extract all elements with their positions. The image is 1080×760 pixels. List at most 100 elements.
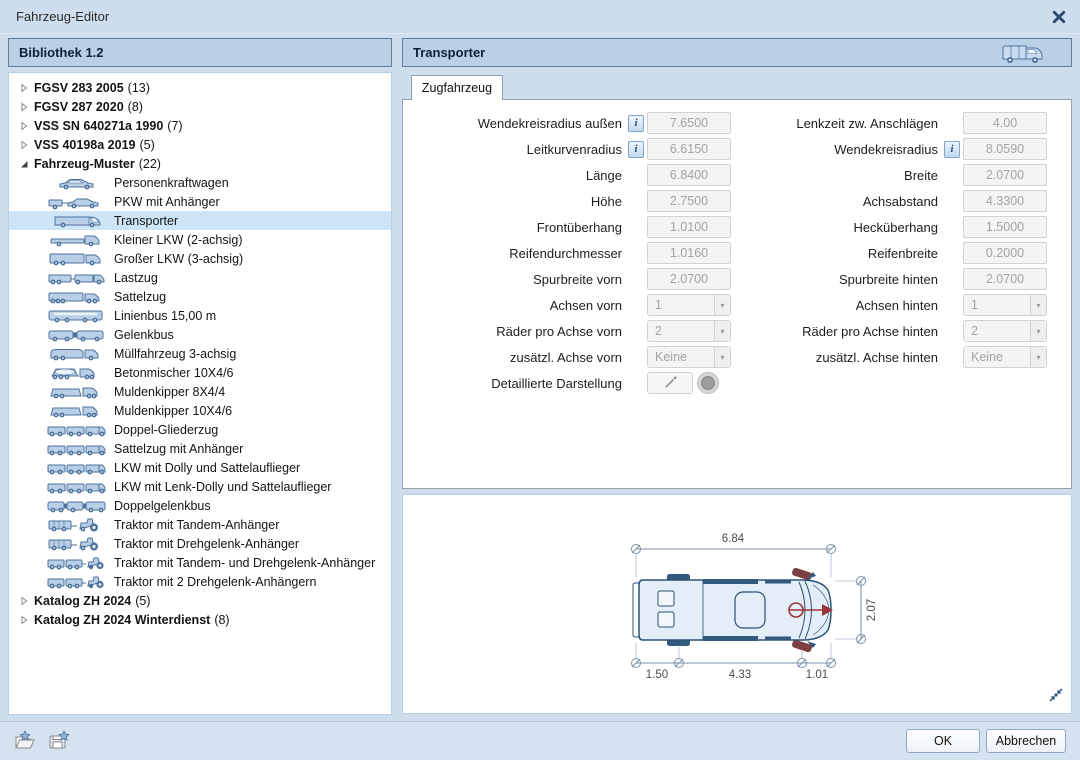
chevron-down-icon[interactable]: ▾ xyxy=(1030,321,1046,341)
tree-item[interactable]: PKW mit Anhänger xyxy=(9,192,391,211)
tree-item[interactable]: Linienbus 15,00 m xyxy=(9,306,391,325)
field-select[interactable]: 2 ▾ xyxy=(963,320,1047,342)
tree-group[interactable]: VSS SN 640271a 1990 (7) xyxy=(9,116,391,135)
tree-item[interactable]: Doppel-Gliederzug xyxy=(9,420,391,439)
field-input[interactable]: 6.6150 xyxy=(647,138,731,160)
field-input[interactable]: 4.00 xyxy=(963,112,1047,134)
tree-group[interactable]: Katalog ZH 2024 Winterdienst (8) xyxy=(9,610,391,629)
form-row: Hecküberhang 1.5000 xyxy=(755,214,1047,240)
form-row: Reifenbreite 0.2000 xyxy=(755,240,1047,266)
field-input[interactable]: 4.3300 xyxy=(963,190,1047,212)
tree-item[interactable]: Müllfahrzeug 3-achsig xyxy=(9,344,391,363)
edit-pen-button[interactable] xyxy=(647,372,693,394)
expand-icon[interactable] xyxy=(19,595,34,606)
tree-item[interactable]: Muldenkipper 8X4/4 xyxy=(9,382,391,401)
open-library-icon[interactable] xyxy=(14,730,38,756)
chevron-down-icon[interactable]: ▾ xyxy=(714,347,730,367)
field-input[interactable]: 2.0700 xyxy=(647,268,731,290)
tree-item[interactable]: Sattelzug mit Anhänger xyxy=(9,439,391,458)
tree-item[interactable]: Betonmischer 10X4/6 xyxy=(9,363,391,382)
tree-group[interactable]: Katalog ZH 2024 (5) xyxy=(9,591,391,610)
field-select[interactable]: Keine ▾ xyxy=(647,346,731,368)
tree-group[interactable]: FGSV 287 2020 (8) xyxy=(9,97,391,116)
tree-item[interactable]: Transporter xyxy=(9,211,391,230)
field-label: zusätzl. Achse vorn xyxy=(510,349,622,365)
field-select[interactable]: 1 ▾ xyxy=(963,294,1047,316)
info-spacer xyxy=(944,271,960,287)
cancel-button[interactable]: Abbrechen xyxy=(986,729,1066,753)
field-input[interactable]: 2.0700 xyxy=(963,268,1047,290)
collapse-icon[interactable] xyxy=(19,159,34,169)
expand-icon[interactable] xyxy=(19,614,34,625)
tractor-two-trailers-icon xyxy=(43,574,111,590)
tree-group-count: (8) xyxy=(127,99,143,114)
window-title: Fahrzeug-Editor xyxy=(16,9,110,24)
ok-button[interactable]: OK xyxy=(906,729,980,753)
info-badge: i xyxy=(944,140,960,158)
tree-group-count: (5) xyxy=(139,137,155,152)
expand-icon[interactable] xyxy=(19,82,34,93)
field-select[interactable]: 2 ▾ xyxy=(647,320,731,342)
field-input[interactable]: 2.0700 xyxy=(963,164,1047,186)
form-row: Frontüberhang 1.0100 xyxy=(409,214,731,240)
tractor-trailer-icon xyxy=(43,536,111,552)
expand-icon[interactable] xyxy=(19,139,34,150)
tree-item[interactable]: Traktor mit Tandem- und Drehgelenk-Anhän… xyxy=(9,553,391,572)
tree-item[interactable]: Gelenkbus xyxy=(9,325,391,344)
field-input[interactable]: 1.0100 xyxy=(647,216,731,238)
chevron-down-icon[interactable]: ▾ xyxy=(1030,347,1046,367)
field-label: Höhe xyxy=(590,193,622,209)
tree-item[interactable]: Traktor mit Tandem-Anhänger xyxy=(9,515,391,534)
field-input[interactable]: 0.2000 xyxy=(963,242,1047,264)
tree-item[interactable]: Traktor mit Drehgelenk-Anhänger xyxy=(9,534,391,553)
field-label: Achsabstand xyxy=(862,193,938,209)
chevron-down-icon[interactable]: ▾ xyxy=(1030,295,1046,315)
tree-item[interactable]: Personenkraftwagen xyxy=(9,173,391,192)
tree-item[interactable]: LKW mit Lenk-Dolly und Sattelauflieger xyxy=(9,477,391,496)
library-tree[interactable]: FGSV 283 2005 (13) FGSV 287 2020 (8) VSS SN … xyxy=(8,72,392,715)
field-input[interactable]: 7.6500 xyxy=(647,112,731,134)
field-input[interactable]: 1.0160 xyxy=(647,242,731,264)
tree-item-label: Müllfahrzeug 3-achsig xyxy=(114,346,237,361)
tree-item[interactable]: Großer LKW (3-achsig) xyxy=(9,249,391,268)
expand-icon[interactable] xyxy=(19,120,34,131)
tree-item[interactable]: LKW mit Dolly und Sattelauflieger xyxy=(9,458,391,477)
fit-view-icon[interactable] xyxy=(1048,687,1064,708)
chevron-down-icon[interactable]: ▾ xyxy=(714,321,730,341)
tree-group[interactable]: FGSV 283 2005 (13) xyxy=(9,78,391,97)
tree-item[interactable]: Doppelgelenkbus xyxy=(9,496,391,515)
detail-controls xyxy=(647,372,731,394)
field-select[interactable]: 1 ▾ xyxy=(647,294,731,316)
field-input[interactable]: 2.7500 xyxy=(647,190,731,212)
info-icon[interactable]: i xyxy=(628,140,644,158)
tree-item[interactable]: Muldenkipper 10X4/6 xyxy=(9,401,391,420)
field-input[interactable]: 6.8400 xyxy=(647,164,731,186)
color-indicator-button[interactable] xyxy=(697,372,719,394)
tree-group-count: (22) xyxy=(138,156,161,171)
tree-item[interactable]: Traktor mit 2 Drehgelenk-Anhängern xyxy=(9,572,391,591)
field-select[interactable]: Keine ▾ xyxy=(963,346,1047,368)
info-icon[interactable]: i xyxy=(944,140,960,158)
tree-group[interactable]: Fahrzeug-Muster (22) xyxy=(9,154,391,173)
tree-item[interactable]: Lastzug xyxy=(9,268,391,287)
close-icon[interactable] xyxy=(1050,8,1068,26)
form-row: Räder pro Achse vorn 2 ▾ xyxy=(409,318,731,344)
tree-group[interactable]: VSS 40198a 2019 (5) xyxy=(9,135,391,154)
tree-item[interactable]: Kleiner LKW (2-achsig) xyxy=(9,230,391,249)
field-input[interactable]: 1.5000 xyxy=(963,216,1047,238)
tree-group-label: VSS SN 640271a 1990 xyxy=(34,118,164,133)
tab-zugfahrzeug[interactable]: Zugfahrzeug xyxy=(411,75,503,100)
info-spacer xyxy=(944,219,960,235)
form-row: Länge 6.8400 xyxy=(409,162,731,188)
double-road-train-icon xyxy=(43,479,111,495)
double-road-train-icon xyxy=(43,441,111,457)
field-input[interactable]: 8.0590 xyxy=(963,138,1047,160)
footer-icons xyxy=(14,730,72,756)
expand-icon[interactable] xyxy=(19,101,34,112)
tree-item[interactable]: Sattelzug xyxy=(9,287,391,306)
save-library-icon[interactable] xyxy=(48,730,72,756)
form-row: Wendekreisradius außen i 7.6500 xyxy=(409,110,731,136)
chevron-down-icon[interactable]: ▾ xyxy=(714,295,730,315)
info-icon[interactable]: i xyxy=(628,114,644,132)
titlebar: Fahrzeug-Editor xyxy=(0,0,1080,34)
